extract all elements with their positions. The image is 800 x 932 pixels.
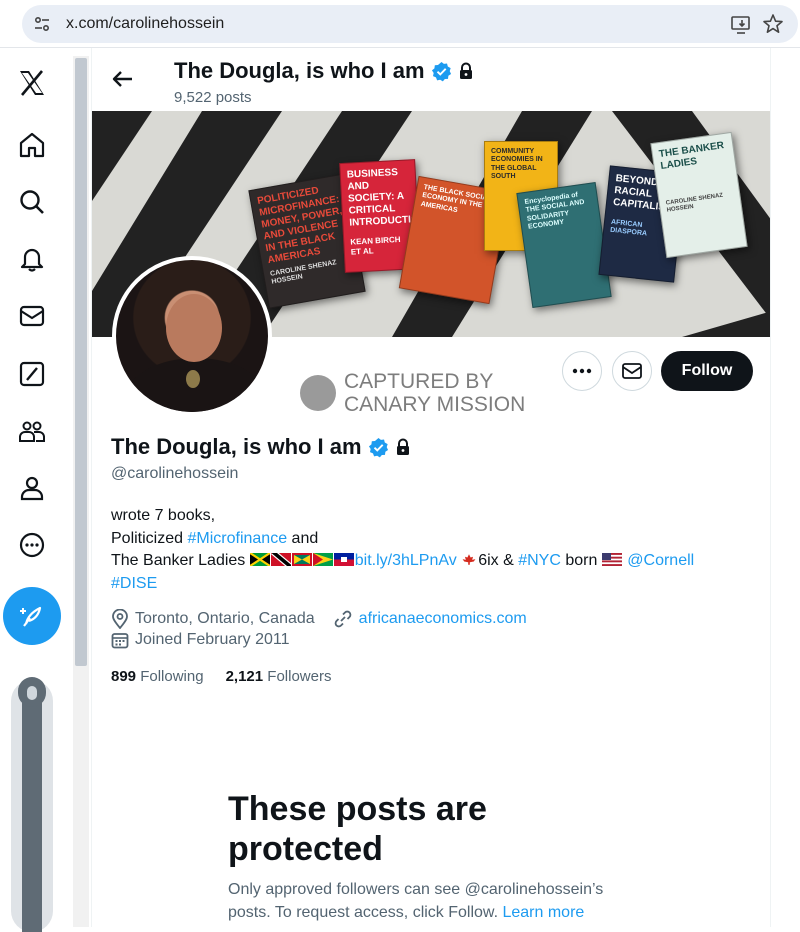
protected-posts-text: Only approved followers can see @carolin…	[228, 878, 648, 924]
book-encyclopedia-sse: Encyclopedia of THE SOCIAL AND SOLIDARIT…	[516, 181, 612, 309]
guyana-flag-icon	[312, 553, 333, 567]
messages-icon[interactable]	[10, 294, 54, 338]
bookmark-star-icon[interactable]	[762, 13, 784, 35]
following-label: Following	[140, 668, 204, 685]
compose-button[interactable]	[3, 587, 61, 645]
bio-text: and	[287, 529, 319, 547]
page-scrollbar-thumb[interactable]	[75, 58, 87, 666]
canary-mission-watermark: CAPTURED BY CANARY MISSION	[300, 370, 525, 416]
back-arrow-icon[interactable]	[110, 66, 136, 92]
book-banker-ladies: THE BANKER LADIES CAROLINE SHENAZ HOSSEI…	[650, 131, 748, 259]
bio-text: born	[560, 552, 602, 570]
website-link[interactable]: africanaeconomics.com	[359, 610, 527, 628]
profile-name: The Dougla, is who I am	[111, 434, 411, 460]
haiti-flag-icon	[333, 553, 354, 567]
joined-text: Joined February 2011	[135, 631, 290, 648]
follow-stats: 899 Following 2,121 Followers	[111, 668, 331, 685]
bitly-link[interactable]: bit.ly/3hLPnAv	[355, 552, 457, 569]
book-title: POLITICIZED MICROFINANCE: MONEY, POWER, …	[256, 185, 343, 267]
location-pin-icon	[112, 609, 128, 629]
book-title: Encyclopedia of THE SOCIAL AND SOLIDARIT…	[524, 191, 585, 231]
canary-logo-icon	[300, 375, 336, 411]
bio-line-3: The Banker Ladies bit.ly/3hLPnAv 6ix & #…	[111, 550, 751, 573]
usa-flag-icon	[601, 553, 622, 567]
hashtag-nyc-link[interactable]: #NYC	[518, 552, 561, 569]
browser-toolbar: x.com/carolinehossein	[0, 0, 800, 48]
profile-header: The Dougla, is who I am 9,522 posts	[92, 48, 770, 110]
book-author: CAROLINE SHENAZ HOSSEIN	[665, 192, 724, 214]
address-bar[interactable]: x.com/carolinehossein	[22, 5, 798, 43]
profile-icon[interactable]	[10, 466, 54, 510]
jamaica-flag-icon	[249, 553, 270, 567]
watermark-line1: CAPTURED BY	[344, 370, 494, 393]
book-author: KEAN BIRCH ET AL	[350, 234, 401, 257]
learn-more-link[interactable]: Learn more	[502, 904, 584, 921]
following-count: 899	[111, 668, 137, 685]
header-name: The Dougla, is who I am	[174, 58, 474, 84]
calendar-icon	[111, 633, 129, 649]
bio-text: Politicized	[111, 529, 188, 547]
compose-feather-icon	[20, 606, 42, 627]
verified-badge-icon	[431, 61, 451, 81]
profile-name-text: The Dougla, is who I am	[111, 434, 362, 459]
following-link[interactable]: 899 Following	[111, 668, 204, 685]
nav-scroll-handle[interactable]	[9, 672, 55, 932]
left-navigation	[0, 48, 70, 932]
x-logo-icon[interactable]	[10, 61, 54, 105]
message-button[interactable]	[612, 351, 652, 391]
followers-count: 2,121	[225, 668, 264, 685]
link-icon	[334, 610, 351, 628]
profile-meta-line: Toronto, Ontario, Canada africanaeconomi…	[111, 609, 527, 629]
header-name-text: The Dougla, is who I am	[174, 58, 425, 83]
notifications-icon[interactable]	[10, 237, 54, 281]
bio-line-4: #DISE	[111, 573, 751, 596]
bio-line-1: wrote 7 books,	[111, 507, 216, 524]
hashtag-microfinance-link[interactable]: #Microfinance	[187, 530, 287, 547]
ellipsis-icon	[572, 368, 592, 374]
profile-handle: @carolinehossein	[111, 465, 239, 482]
protected-posts-title: These posts are protected	[228, 790, 487, 868]
followers-link[interactable]: 2,121 Followers	[226, 668, 332, 685]
site-info-icon[interactable]	[32, 14, 52, 34]
cornell-mention-link[interactable]: @Cornell	[627, 552, 694, 569]
watermark-text: CAPTURED BY CANARY MISSION	[344, 370, 525, 416]
grenada-flag-icon	[291, 553, 312, 567]
avatar[interactable]	[112, 256, 272, 416]
followers-label: Followers	[267, 668, 332, 685]
hashtag-dise-link[interactable]: #DISE	[111, 575, 157, 592]
post-count: 9,522 posts	[174, 89, 252, 106]
install-app-icon[interactable]	[730, 14, 752, 36]
avatar-necklace	[186, 370, 200, 388]
communities-icon[interactable]	[10, 409, 54, 453]
more-options-button[interactable]	[562, 351, 602, 391]
book-title: THE BANKER LADIES	[658, 140, 725, 173]
book-title: BUSINESS AND SOCIETY: A CRITICAL INTRODU…	[346, 167, 421, 229]
avatar-face	[166, 294, 222, 362]
bio-text: The Banker Ladies	[111, 552, 250, 570]
bio-text: 6ix &	[478, 552, 519, 570]
watermark-line2: CANARY MISSION	[344, 393, 526, 416]
grok-icon[interactable]	[10, 352, 54, 396]
book-title: COMMUNITY ECONOMIES IN THE GLOBAL SOUTH	[491, 148, 543, 181]
envelope-icon	[622, 363, 642, 379]
location-text: Toronto, Ontario, Canada	[135, 610, 315, 627]
more-icon[interactable]	[10, 523, 54, 567]
verified-badge-icon[interactable]	[368, 437, 389, 458]
maple-leaf-icon	[462, 554, 476, 565]
book-title: THE BLACK SOCIAL ECONOMY IN THE AMERICAS	[420, 183, 492, 214]
search-icon[interactable]	[10, 180, 54, 224]
joined-line: Joined February 2011	[111, 631, 289, 649]
lock-icon	[396, 438, 409, 455]
url-text[interactable]: x.com/carolinehossein	[66, 15, 224, 33]
lock-icon	[459, 62, 472, 79]
follow-button[interactable]: Follow	[661, 351, 753, 391]
bio-line-2: Politicized #Microfinance and	[111, 528, 751, 551]
trinidad-flag-icon	[270, 553, 291, 567]
profile-column: The Dougla, is who I am 9,522 posts POLI…	[91, 48, 771, 927]
home-icon[interactable]	[10, 123, 54, 167]
profile-bio: wrote 7 books, Politicized #Microfinance…	[111, 505, 751, 595]
